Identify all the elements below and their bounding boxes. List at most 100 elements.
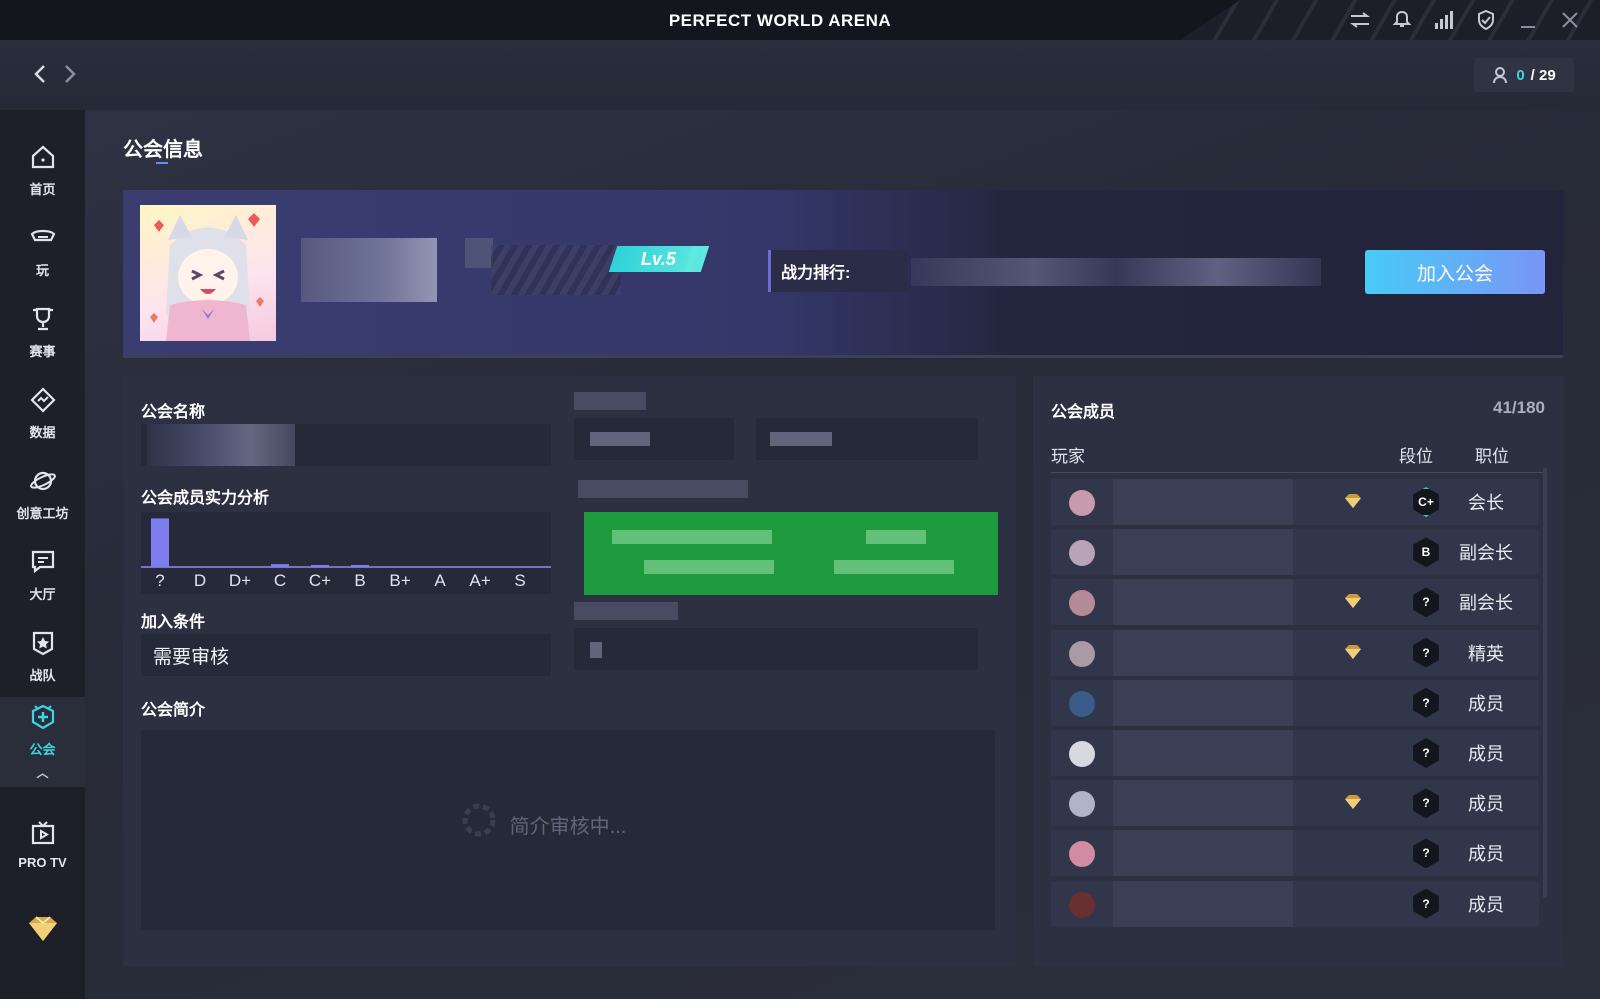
member-name-redacted (1113, 479, 1293, 525)
member-row[interactable]: ? 成员 (1051, 830, 1539, 877)
minimize-icon[interactable] (1516, 8, 1540, 32)
guild-tag-redacted (465, 238, 493, 268)
chart-tick-label: C (274, 571, 286, 590)
join-condition-label: 加入条件 (141, 614, 206, 631)
counter-total: / 29 (1530, 66, 1556, 84)
member-row[interactable]: ? 成员 (1051, 679, 1539, 726)
power-rank-label: 战力排行: (768, 250, 908, 292)
member-row[interactable]: ? 成员 (1051, 780, 1539, 827)
avatar-illustration (150, 213, 264, 341)
vip-gem-icon (1343, 644, 1363, 660)
member-rank-badge: ? (1413, 587, 1439, 618)
guild-icon (31, 704, 54, 730)
join-guild-button[interactable]: 加入公会 (1365, 250, 1545, 294)
member-rank-badge: ? (1413, 888, 1439, 919)
rank-stats-redacted (911, 258, 1321, 286)
sidebar-item-label: 首页 (29, 181, 56, 197)
member-role: 成员 (1468, 693, 1504, 714)
sidebar-item-home[interactable]: 首页 (0, 130, 85, 210)
sidebar-item-play[interactable]: 玩 (0, 211, 85, 291)
online-friends-counter[interactable]: 0 / 29 (1474, 58, 1574, 92)
field-box-redacted (574, 418, 734, 460)
member-name-redacted (1113, 830, 1293, 877)
member-row[interactable]: B 副会长 (1051, 529, 1539, 576)
member-rank-badge: C+ (1413, 487, 1439, 517)
home-icon (31, 145, 54, 168)
member-avatar[interactable] (1069, 841, 1095, 868)
sidebar-item-label: 创意工坊 (16, 505, 69, 521)
member-avatar[interactable] (1069, 540, 1095, 567)
tv-icon (31, 820, 54, 844)
field-label-redacted (574, 392, 646, 410)
sidebar-item-protv[interactable]: PRO TV (0, 804, 85, 884)
sidebar-item-lobby[interactable]: 大厅 (0, 535, 85, 615)
close-icon[interactable] (1558, 8, 1582, 32)
column-header-rank: 段位 (1399, 447, 1433, 466)
member-name-redacted (1113, 780, 1293, 827)
member-row[interactable]: ? 成员 (1051, 730, 1539, 776)
member-avatar[interactable] (1069, 791, 1095, 818)
nav-bar: 0 / 29 (0, 40, 1600, 110)
members-title: 公会成员 (1051, 404, 1116, 421)
member-row[interactable]: C+ 会长 (1051, 479, 1539, 525)
members-scrollbar[interactable] (1543, 468, 1547, 898)
workshop-icon (29, 471, 56, 490)
vip-gem-icon (1343, 794, 1363, 810)
member-rank-badge: ? (1413, 687, 1439, 718)
member-avatar[interactable] (1069, 690, 1095, 717)
chart-tick-label: A+ (469, 571, 490, 590)
member-name-redacted (1113, 679, 1293, 726)
sidebar-item-workshop[interactable]: 创意工坊 (0, 454, 85, 534)
member-row[interactable]: ? 成员 (1051, 880, 1539, 927)
sidebar: 首页 玩 赛事 数据 创意工坊 大厅 战队 公会 ︿ PRO TV (0, 110, 85, 999)
forward-arrow-icon[interactable] (60, 62, 80, 86)
member-name-redacted (1113, 730, 1293, 776)
sidebar-item-team[interactable]: 战队 (0, 616, 85, 696)
join-condition-value: 需要审核 (141, 634, 551, 676)
member-rank-badge: ? (1413, 838, 1439, 869)
chart-tick-label: C+ (309, 571, 331, 590)
member-rank-badge: ? (1413, 637, 1439, 668)
chart-tick-label: B (354, 571, 365, 590)
member-avatar[interactable] (1069, 490, 1095, 516)
member-avatar[interactable] (1069, 590, 1095, 617)
swap-icon[interactable] (1348, 8, 1372, 32)
sidebar-item-label: PRO TV (18, 854, 67, 870)
chart-bar-B (351, 565, 369, 567)
chevron-up-icon[interactable]: ︿ (36, 764, 48, 781)
member-row[interactable]: ? 副会长 (1051, 579, 1539, 626)
chart-tick-label: D (194, 571, 206, 590)
member-rank-badge: ? (1413, 788, 1439, 819)
member-name-redacted (1113, 529, 1293, 576)
member-row[interactable]: ? 精英 (1051, 629, 1539, 676)
sidebar-item-guild[interactable]: 公会 ︿ (0, 697, 85, 787)
app-title: PERFECT WORLD ARENA (668, 11, 892, 30)
chart-bar-C (271, 564, 289, 567)
member-avatar[interactable] (1069, 640, 1095, 667)
member-role: 成员 (1468, 894, 1504, 915)
back-arrow-icon[interactable] (30, 62, 50, 86)
sidebar-item-vip[interactable] (0, 890, 85, 970)
team-icon (32, 631, 53, 655)
shield-check-icon[interactable] (1474, 8, 1498, 32)
signal-icon[interactable] (1432, 8, 1456, 32)
user-icon (1493, 67, 1508, 84)
guild-intro-label: 公会简介 (141, 702, 206, 719)
field-label-redacted (578, 480, 748, 498)
data-icon (29, 386, 56, 413)
column-header-role: 职位 (1475, 447, 1509, 466)
member-avatar[interactable] (1069, 741, 1095, 767)
bell-icon[interactable] (1390, 8, 1414, 32)
guild-name-value-redacted (147, 424, 295, 466)
sidebar-item-label: 玩 (35, 262, 49, 278)
chart-tick-label: B+ (389, 571, 410, 590)
sidebar-item-data[interactable]: 数据 (0, 373, 85, 453)
member-avatar[interactable] (1069, 891, 1095, 918)
guild-members-panel: 公会成员 41/180 玩家 段位 职位 C+ 会长 B 副会长? 副会长? 精英? 成员?… (1033, 376, 1563, 966)
sidebar-item-events[interactable]: 赛事 (0, 292, 85, 372)
sidebar-item-label: 大厅 (29, 586, 56, 602)
member-role: 副会长 (1459, 543, 1513, 564)
sidebar-item-label: 赛事 (29, 343, 56, 359)
vip-gem-icon (1343, 493, 1363, 509)
trophy-icon (32, 307, 53, 330)
